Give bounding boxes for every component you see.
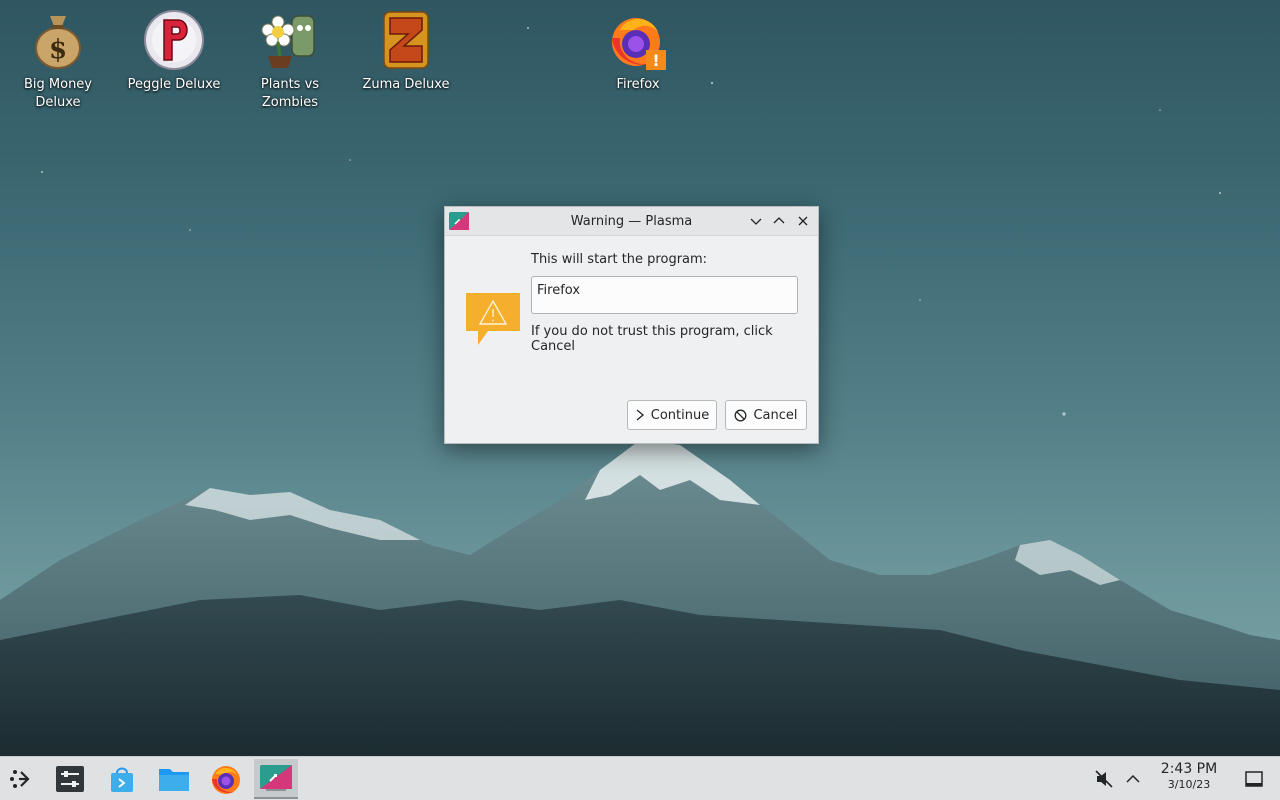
cancel-button[interactable]: Cancel bbox=[725, 400, 807, 430]
desktop-icon-plants-vs-zombies[interactable]: Plants vs Zombies bbox=[238, 8, 342, 112]
firefox-icon bbox=[212, 766, 240, 794]
task-plasma-warning[interactable] bbox=[254, 759, 298, 799]
taskbar: 2:43 PM 3/10/23 bbox=[0, 756, 1280, 800]
digital-clock[interactable]: 2:43 PM 3/10/23 bbox=[1148, 761, 1230, 792]
desktop-icon-label: Firefox bbox=[616, 77, 660, 92]
system-tray-expand-button[interactable] bbox=[1116, 759, 1150, 799]
svg-text:$: $ bbox=[49, 35, 67, 65]
task-system-settings[interactable] bbox=[48, 759, 92, 799]
desktop-icon-peggle[interactable]: Peggle Deluxe bbox=[122, 8, 226, 94]
minimize-button[interactable] bbox=[747, 212, 765, 230]
svg-text:!: ! bbox=[652, 51, 659, 70]
settings-sliders-icon bbox=[56, 766, 84, 792]
chevron-down-icon bbox=[750, 218, 762, 225]
dialog-hint: If you do not trust this program, click … bbox=[531, 324, 773, 354]
desktop-icon-label: Peggle Deluxe bbox=[127, 77, 221, 92]
cancel-icon bbox=[735, 409, 747, 421]
firefox-warning-icon: ! bbox=[612, 18, 666, 70]
show-desktop-button[interactable] bbox=[1236, 759, 1272, 799]
show-desktop-icon bbox=[1245, 771, 1263, 787]
task-firefox[interactable] bbox=[204, 759, 248, 799]
chevron-up-icon bbox=[1126, 774, 1140, 783]
chevron-right-icon bbox=[636, 409, 644, 421]
continue-label: Continue bbox=[650, 407, 710, 423]
application-launcher-icon bbox=[10, 770, 30, 788]
desktop-icon-firefox[interactable]: ! Firefox bbox=[586, 8, 690, 94]
task-discover[interactable] bbox=[100, 759, 144, 799]
close-icon bbox=[798, 216, 808, 226]
desktop-icon-big-money[interactable]: $ Big Money Deluxe bbox=[6, 8, 110, 112]
money-bag-icon: $ bbox=[35, 16, 81, 69]
desktop-icon-zuma[interactable]: Zuma Deluxe bbox=[354, 8, 458, 94]
discover-store-icon bbox=[111, 767, 133, 792]
cancel-label: Cancel bbox=[753, 407, 798, 423]
program-name-field: Firefox bbox=[531, 276, 798, 314]
clock-time: 2:43 PM bbox=[1160, 761, 1218, 777]
maximize-button[interactable] bbox=[770, 212, 788, 230]
plasma-warning-task-icon bbox=[260, 765, 292, 791]
clock-date: 3/10/23 bbox=[1167, 778, 1211, 791]
task-file-manager[interactable] bbox=[152, 759, 196, 799]
dialog-message: This will start the program: bbox=[531, 252, 708, 267]
volume-muted-icon bbox=[1095, 770, 1113, 788]
folder-icon bbox=[159, 769, 189, 791]
dialog-titlebar[interactable]: Warning — Plasma bbox=[445, 207, 818, 236]
desktop-icon-label: Plants vs Zombies bbox=[260, 77, 320, 110]
warning-icon bbox=[466, 293, 520, 345]
zuma-icon bbox=[383, 11, 429, 69]
desktop-icon-label: Zuma Deluxe bbox=[362, 77, 450, 92]
desktop-icon-label: Big Money Deluxe bbox=[23, 77, 92, 110]
continue-button[interactable]: Continue bbox=[627, 400, 717, 430]
application-launcher[interactable] bbox=[0, 759, 44, 799]
chevron-up-icon bbox=[773, 217, 785, 224]
plasma-app-icon bbox=[449, 212, 469, 230]
close-button[interactable] bbox=[794, 212, 812, 230]
peggle-icon bbox=[144, 10, 204, 70]
plants-vs-zombies-icon bbox=[261, 15, 315, 68]
warning-dialog: Warning — Plasma This will start the pro… bbox=[444, 206, 819, 444]
